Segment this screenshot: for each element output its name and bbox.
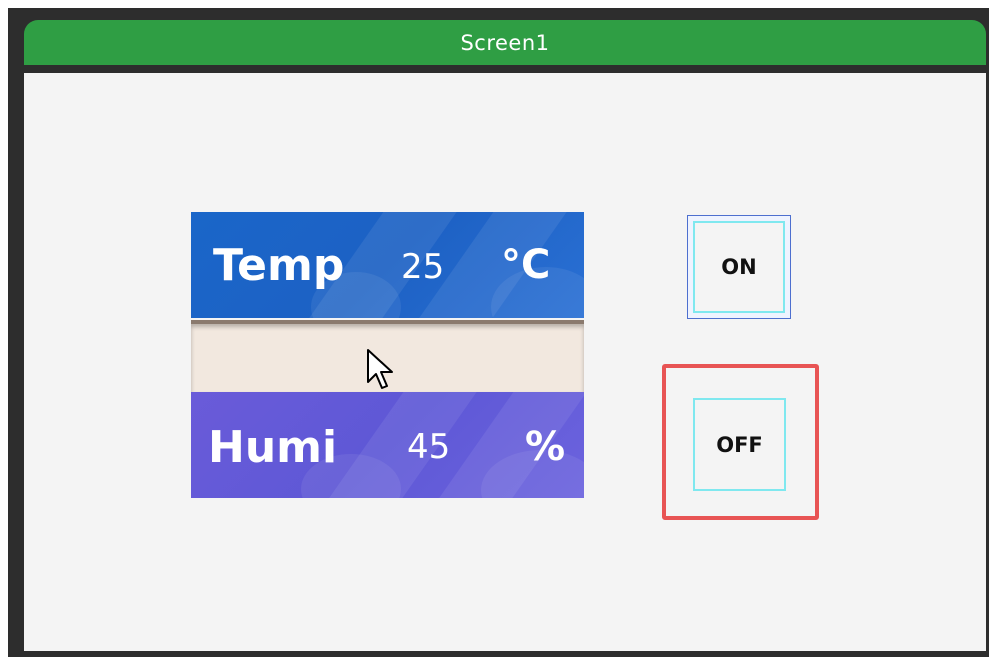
- temp-label: Temp: [213, 240, 345, 291]
- window-title: Screen1: [24, 20, 986, 65]
- humi-panel: Humi 45 %: [191, 392, 584, 498]
- humi-unit: %: [525, 424, 566, 470]
- humi-label: Humi: [208, 422, 338, 473]
- on-button-frame: ON: [687, 215, 791, 319]
- off-button[interactable]: OFF: [693, 398, 786, 491]
- humi-value: 45: [407, 427, 451, 467]
- selection-highlight: OFF: [662, 364, 819, 520]
- mouse-pointer-icon: [367, 349, 393, 389]
- temp-value: 25: [401, 247, 445, 287]
- temp-panel: Temp 25 °C: [191, 212, 584, 318]
- on-button[interactable]: ON: [693, 221, 785, 313]
- temp-unit: °C: [501, 242, 551, 288]
